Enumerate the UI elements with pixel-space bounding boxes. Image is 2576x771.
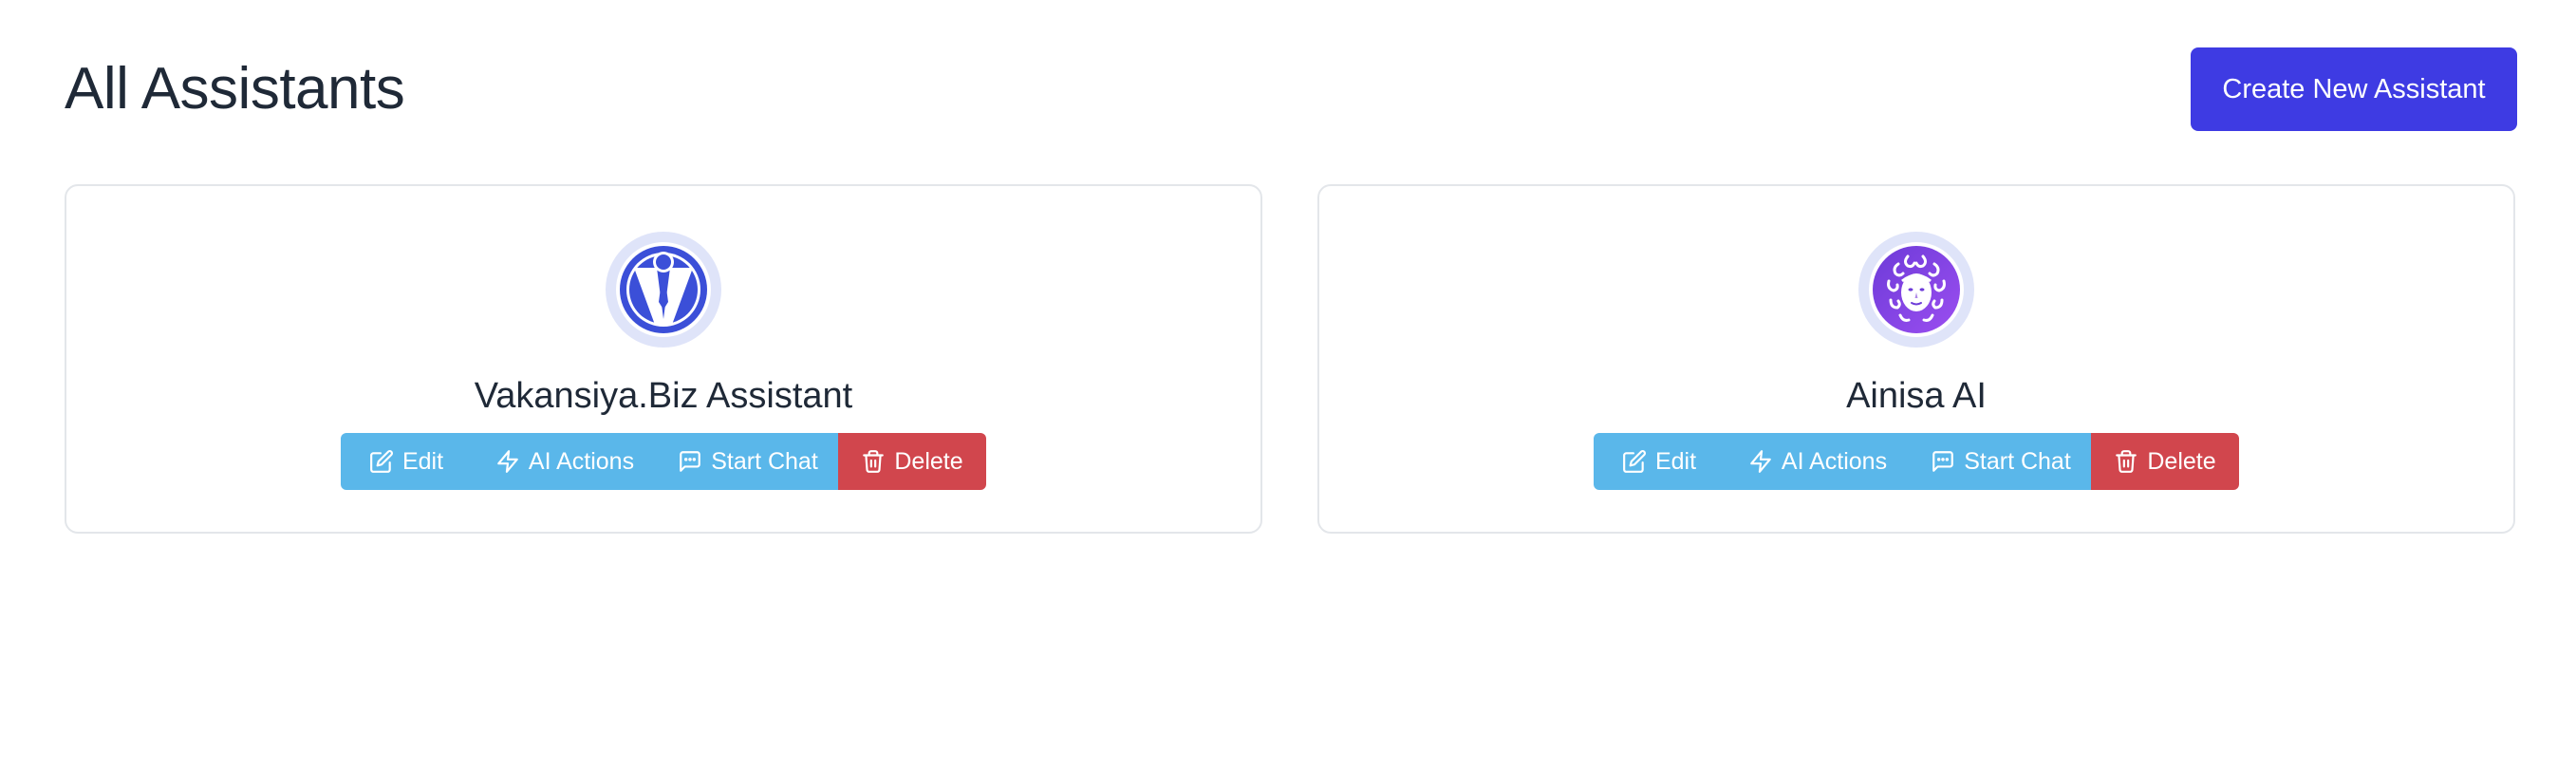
lightning-bolt-icon [495,449,520,474]
ai-actions-button[interactable]: AI Actions [1725,433,1911,490]
assistant-name: Ainisa AI [1846,376,1987,416]
chat-bubble-icon [678,449,702,474]
delete-label: Delete [894,447,963,475]
assistant-card: Vakansiya.Biz Assistant Edit AI Actions … [65,184,1262,534]
start-chat-label: Start Chat [711,447,818,475]
delete-button[interactable]: Delete [2091,433,2239,490]
trash-icon [861,449,886,474]
edit-label: Edit [1654,447,1697,475]
lightning-bolt-icon [1748,449,1773,474]
ai-actions-label: AI Actions [528,447,635,475]
start-chat-label: Start Chat [1964,447,2071,475]
pencil-square-icon [369,449,394,474]
ai-actions-label: AI Actions [1781,447,1888,475]
assistant-actions: Edit AI Actions Start Chat Delete [341,433,986,490]
start-chat-button[interactable]: Start Chat [1911,433,2091,490]
ai-actions-button[interactable]: AI Actions [472,433,658,490]
page-title: All Assistants [65,56,405,122]
edit-button[interactable]: Edit [1594,433,1725,490]
avatar [606,232,721,348]
assistant-actions: Edit AI Actions Start Chat Delete [1594,433,2239,490]
medusa-face-logo-icon [1866,239,1967,340]
businessman-tie-logo-icon [613,239,714,340]
assistant-card-list: Vakansiya.Biz Assistant Edit AI Actions … [65,184,2517,536]
assistant-name: Vakansiya.Biz Assistant [474,376,853,416]
trash-icon [2114,449,2138,474]
edit-button[interactable]: Edit [341,433,472,490]
avatar [1858,232,1974,348]
pencil-square-icon [1622,449,1647,474]
start-chat-button[interactable]: Start Chat [658,433,838,490]
delete-button[interactable]: Delete [838,433,986,490]
chat-bubble-icon [1931,449,1955,474]
assistant-card: Ainisa AI Edit AI Actions Start Chat Del… [1317,184,2515,534]
edit-label: Edit [401,447,444,475]
delete-label: Delete [2147,447,2216,475]
assistants-page: All Assistants Create New Assistant Vaka… [0,0,2576,771]
create-new-assistant-button[interactable]: Create New Assistant [2191,47,2517,131]
